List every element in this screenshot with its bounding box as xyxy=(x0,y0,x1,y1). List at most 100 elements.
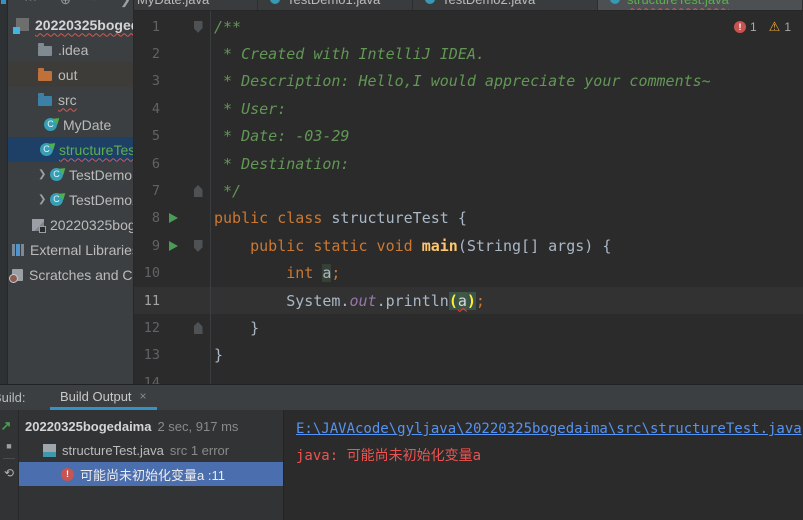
project-item-label: External Libraries xyxy=(30,241,133,258)
code-token: structureTest { xyxy=(331,209,467,228)
chevron-right-icon[interactable]: ❯ xyxy=(120,0,131,8)
code-editor[interactable]: ! 1 ⚠ 1 1 /** 2 * Created with IntelliJ ID… xyxy=(134,11,803,384)
code-line[interactable]: 14 xyxy=(134,369,803,384)
project-tree-item[interactable]: C MyDate xyxy=(8,112,133,137)
chevron-right-icon[interactable]: ❯ xyxy=(38,169,50,180)
fold-marker-icon[interactable] xyxy=(193,185,203,198)
code-line[interactable]: 11 System.out.println(a); xyxy=(134,286,803,315)
code-token: public static void xyxy=(250,236,422,255)
settings-icon[interactable]: ⟲ xyxy=(4,466,14,480)
code-token: ( xyxy=(448,291,458,310)
project-tree-item[interactable]: src xyxy=(8,87,133,112)
line-number: 2 xyxy=(151,46,160,63)
code-token: * Created with IntelliJ IDEA. xyxy=(214,45,485,64)
build-label-wrap: Build: xyxy=(0,385,30,410)
run-icon[interactable] xyxy=(168,240,178,251)
collapse-all-icon[interactable]: − xyxy=(90,0,98,8)
project-item-label: TestDemo1 xyxy=(69,166,133,183)
tab-structuretest[interactable]: structureTest.java xyxy=(598,0,803,10)
code-token: main xyxy=(421,236,458,255)
folder-icon xyxy=(38,42,52,56)
code-line[interactable]: 4 * User: xyxy=(134,95,803,122)
line-number: 3 xyxy=(151,73,160,90)
code-line[interactable]: 5 * Date: -03-29 xyxy=(134,123,803,150)
line-number: 7 xyxy=(151,183,160,200)
class-file-icon xyxy=(610,0,620,4)
tab-label: structureTest.java xyxy=(627,0,729,7)
code-line[interactable]: 6 * Destination: xyxy=(134,150,803,177)
build-tree-row[interactable]: 20220325bogedaima 2 sec, 917 ms xyxy=(19,414,283,438)
project-item-label: MyDate xyxy=(63,116,112,133)
code-line[interactable]: 13} xyxy=(134,342,803,369)
project-tree-item[interactable]: External Libraries xyxy=(8,237,133,262)
project-item-label: TestDemo2 xyxy=(69,191,133,208)
code-text: * Date: -03-29 xyxy=(214,127,349,145)
tab-label: TestDemo2.java xyxy=(442,0,535,7)
inspection-badges[interactable]: ! 1 ⚠ 1 xyxy=(733,19,791,35)
locate-icon[interactable]: ⊕ xyxy=(60,0,71,8)
more-icon[interactable]: ⋯ xyxy=(24,0,37,8)
code-line[interactable]: 3 * Description: Hello,I would appreciat… xyxy=(134,68,803,95)
tab-mydate[interactable]: MyDate.java xyxy=(134,0,258,10)
tab-label: MyDate.java xyxy=(137,0,209,7)
tab-testdemo1[interactable]: TestDemo1.java xyxy=(258,0,413,10)
code-line[interactable]: 8 public class structureTest { xyxy=(134,205,803,232)
main-row: ⋯⊕−❯ 20220325bogedaima.ideaoutsrcCMyDate… xyxy=(0,0,803,384)
compiler-error-line: java: 可能尚未初始化变量a xyxy=(296,443,803,470)
fold-marker-icon[interactable] xyxy=(193,239,203,252)
build-row-suffix: src 1 error xyxy=(169,442,230,458)
code-token: out xyxy=(349,291,377,310)
project-tree-item[interactable]: CstructureTest xyxy=(8,137,133,162)
stop-icon[interactable]: ■ xyxy=(6,441,11,451)
build-row-label: structureTest.java xyxy=(62,442,164,458)
run-gutter xyxy=(160,240,186,251)
code-line[interactable]: 10 int a; xyxy=(134,260,803,287)
build-console: E:\JAVAcode\gyljava\20220325bogedaima\sr… xyxy=(284,410,803,520)
build-row-label: 20220325bogedaima xyxy=(25,418,152,434)
project-tree-item[interactable]: 20220325bogedaima xyxy=(8,12,133,37)
chevron-right-icon[interactable]: ❯ xyxy=(38,194,50,205)
toolwindow-bar xyxy=(0,0,8,384)
rerun-build-icon[interactable]: ↗ xyxy=(1,418,12,434)
project-item-label: Scratches and Consoles xyxy=(29,266,133,283)
project-tree-item[interactable]: .idea xyxy=(8,37,133,62)
project-tree-item[interactable]: Scratches and Consoles xyxy=(8,262,133,287)
toolwindow-icon[interactable] xyxy=(1,0,6,4)
warning-count: 1 xyxy=(784,20,791,34)
code-line[interactable]: 9 public static void main(String[] args)… xyxy=(134,232,803,259)
project-tree-item[interactable]: ❯ C TestDemo1 xyxy=(8,162,133,187)
project-tree-item[interactable]: out xyxy=(8,62,133,87)
gutter-separator xyxy=(210,11,211,384)
project-tree-item[interactable]: 20220325bogedaima.iml xyxy=(8,212,133,237)
code-text: } xyxy=(214,346,223,364)
build-output-tab-label: Build Output xyxy=(60,388,132,404)
code-line[interactable]: 2 * Created with IntelliJ IDEA. xyxy=(134,40,803,67)
close-icon[interactable]: × xyxy=(140,389,147,403)
code-line[interactable]: 1 /** xyxy=(134,13,803,40)
tab-testdemo2[interactable]: TestDemo2.java xyxy=(413,0,598,10)
class-file-icon xyxy=(270,0,280,4)
build-tree: 20220325bogedaima 2 sec, 917 ms structureT… xyxy=(19,410,284,520)
run-icon[interactable] xyxy=(168,213,178,224)
build-tree-row[interactable]: structureTest.java src 1 error xyxy=(19,438,283,462)
class-file-icon xyxy=(425,0,435,4)
fold-marker-icon[interactable] xyxy=(193,20,203,33)
tab-build-output[interactable]: Build Output × xyxy=(50,385,157,410)
error-count: 1 xyxy=(749,20,757,34)
code-text: public class structureTest { xyxy=(214,209,467,227)
code-line[interactable]: 12 } xyxy=(134,314,803,341)
project-tree-item[interactable]: ❯ C TestDemo2 xyxy=(8,187,133,212)
folder-icon xyxy=(38,92,52,106)
project-item-label: structureTest xyxy=(59,141,133,158)
build-tree-row[interactable]: ! 可能尚未初始化变量a :11 xyxy=(19,462,283,486)
source-file-link[interactable]: E:\JAVAcode\gyljava\20220325bogedaima\sr… xyxy=(296,416,803,443)
line-number: 5 xyxy=(151,128,160,145)
code-text: * Destination: xyxy=(214,155,349,173)
code-line[interactable]: 7 */ xyxy=(134,177,803,204)
project-panel: ⋯ ⊕ − ❯ 20220325bogedaima .ideaoutsrcCMyDate… xyxy=(8,0,134,384)
project-item-label: 20220325bogedaima xyxy=(35,16,133,33)
fold-marker-icon[interactable] xyxy=(193,321,203,334)
